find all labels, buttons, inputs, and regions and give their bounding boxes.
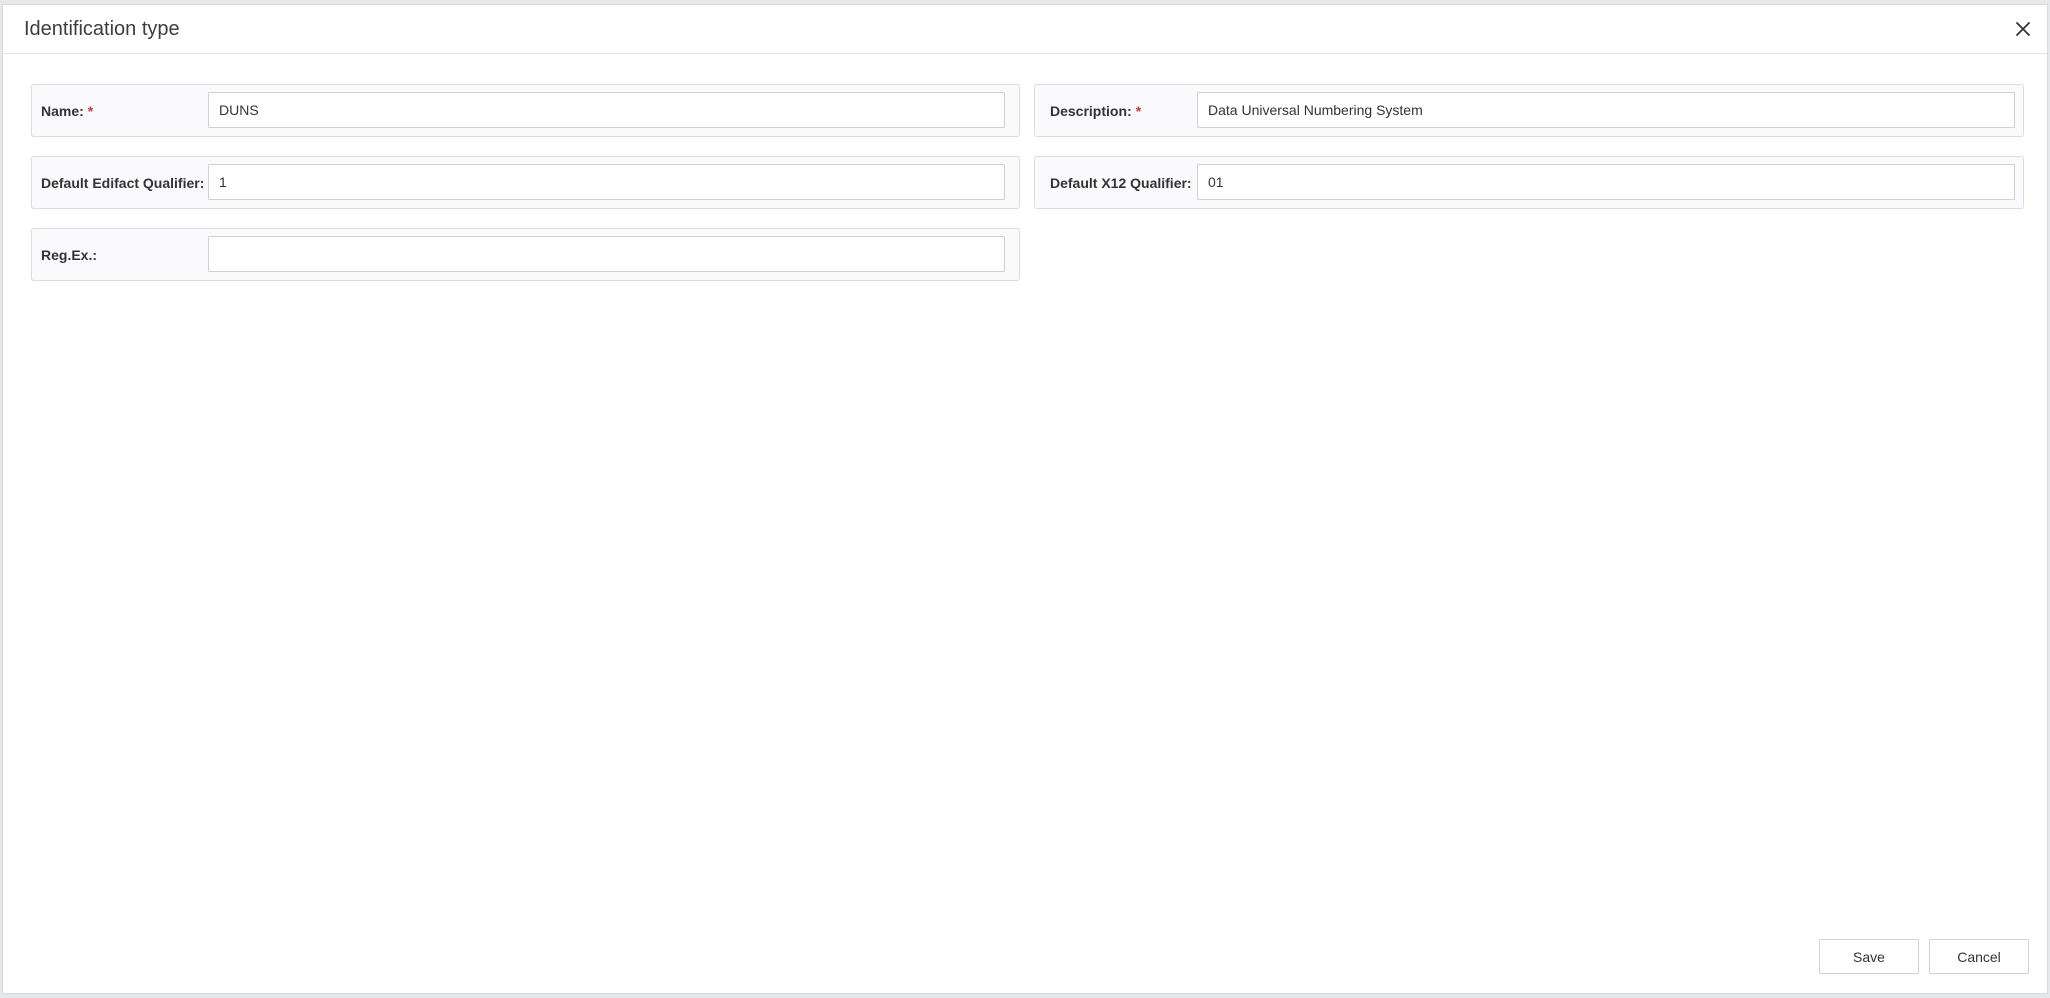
description-input[interactable] xyxy=(1197,92,2015,128)
edifact-qualifier-field-group: Default Edifact Qualifier: xyxy=(31,156,1020,209)
regex-label: Reg.Ex.: xyxy=(41,246,98,263)
cancel-button[interactable]: Cancel xyxy=(1929,939,2029,974)
name-input[interactable] xyxy=(208,92,1005,128)
regex-field-group: Reg.Ex.: xyxy=(31,228,1020,281)
required-mark: * xyxy=(87,102,94,119)
save-button[interactable]: Save xyxy=(1819,939,1919,974)
description-label: Description: * xyxy=(1050,102,1142,119)
name-field-group: Name: * xyxy=(31,84,1020,137)
dialog-title: Identification type xyxy=(24,18,180,40)
x12-qualifier-input[interactable] xyxy=(1197,164,2015,200)
close-button[interactable] xyxy=(2011,17,2035,41)
required-mark: * xyxy=(1135,102,1142,119)
identification-type-dialog: Identification type Name:* Description:*… xyxy=(2,4,2048,994)
dialog-header: Identification type xyxy=(3,5,2047,54)
edifact-qualifier-label: Default Edifact Qualifier: xyxy=(41,174,205,191)
description-field-group: Description: * xyxy=(1034,84,2024,137)
x12-qualifier-label: Default X12 Qualifier: xyxy=(1050,174,1192,191)
close-icon xyxy=(2016,22,2030,36)
x12-qualifier-field-group: Default X12 Qualifier: xyxy=(1034,156,2024,209)
name-label: Name: * xyxy=(41,102,94,119)
regex-input[interactable] xyxy=(208,236,1005,272)
edifact-qualifier-input[interactable] xyxy=(208,164,1005,200)
